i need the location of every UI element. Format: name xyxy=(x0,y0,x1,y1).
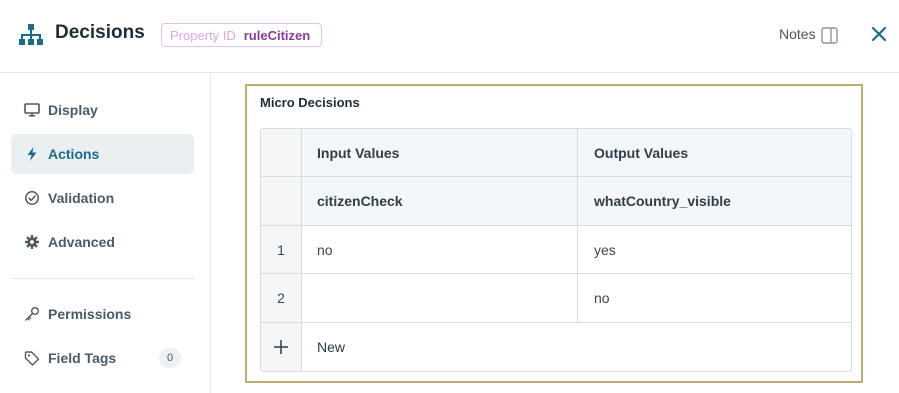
monitor-icon xyxy=(24,102,40,118)
key-icon xyxy=(24,306,40,322)
sidebar-item-display[interactable]: Display xyxy=(11,90,194,130)
input-value-cell[interactable] xyxy=(302,274,578,322)
input-field-name[interactable]: citizenCheck xyxy=(302,177,578,225)
output-values-header: Output Values xyxy=(594,144,689,161)
sidebar-item-validation[interactable]: Validation xyxy=(11,178,194,218)
add-row-button[interactable] xyxy=(261,323,302,371)
sidebar-item-label: Advanced xyxy=(48,234,115,250)
sidebar-item-advanced[interactable]: Advanced xyxy=(11,222,194,262)
micro-decisions-title: Micro Decisions xyxy=(260,95,360,110)
table-header-row: Input Values Output Values xyxy=(261,129,851,177)
sidebar-item-label: Permissions xyxy=(48,306,132,322)
gear-icon xyxy=(24,234,40,250)
input-values-header: Input Values xyxy=(302,129,578,176)
add-row[interactable]: New xyxy=(261,323,851,371)
header: Decisions Property ID ruleCitizen Notes xyxy=(0,0,899,73)
index-column-header xyxy=(261,129,302,176)
property-id-label: Property ID xyxy=(170,27,236,43)
sidebar-item-permissions[interactable]: Permissions xyxy=(11,294,194,334)
check-circle-icon xyxy=(24,190,40,206)
output-field-name[interactable]: whatCountry_visible xyxy=(578,177,851,225)
sidebar-item-label: Display xyxy=(48,102,98,118)
tag-icon xyxy=(24,350,40,366)
close-icon[interactable] xyxy=(870,25,888,43)
page-title: Decisions xyxy=(55,22,145,43)
table-row[interactable]: 1 no yes xyxy=(261,226,851,274)
sidebar-divider xyxy=(11,278,194,279)
sidebar-item-actions[interactable]: Actions xyxy=(11,134,194,174)
decision-table: Input Values Output Values citizenCheck … xyxy=(260,128,852,372)
row-index: 1 xyxy=(261,226,302,273)
index-cell xyxy=(261,177,302,225)
plus-icon xyxy=(274,340,288,354)
lightning-icon xyxy=(24,146,40,162)
property-id-value: ruleCitizen xyxy=(243,27,311,43)
property-id-badge[interactable]: Property ID ruleCitizen xyxy=(161,23,323,47)
panel-toggle-icon[interactable] xyxy=(821,27,838,44)
field-name-row: citizenCheck whatCountry_visible xyxy=(261,177,851,226)
sitemap-icon xyxy=(19,24,43,45)
input-value-cell[interactable]: no xyxy=(302,226,578,273)
output-value-cell[interactable]: no xyxy=(578,274,851,322)
sidebar-item-label: Actions xyxy=(48,146,100,162)
sidebar-item-label: Validation xyxy=(48,190,115,206)
sidebar-item-label: Field Tags xyxy=(48,350,117,366)
field-tags-count-badge: 0 xyxy=(159,348,181,368)
table-row[interactable]: 2 no xyxy=(261,274,851,323)
micro-decisions-panel: Micro Decisions Input Values Output Valu… xyxy=(245,84,863,383)
sidebar: Display Actions Validation Advanced Perm… xyxy=(0,74,211,393)
output-value-cell[interactable]: yes xyxy=(578,226,851,273)
new-row-label[interactable]: New xyxy=(302,323,851,371)
row-index: 2 xyxy=(261,274,302,322)
notes-button[interactable]: Notes xyxy=(779,26,816,42)
